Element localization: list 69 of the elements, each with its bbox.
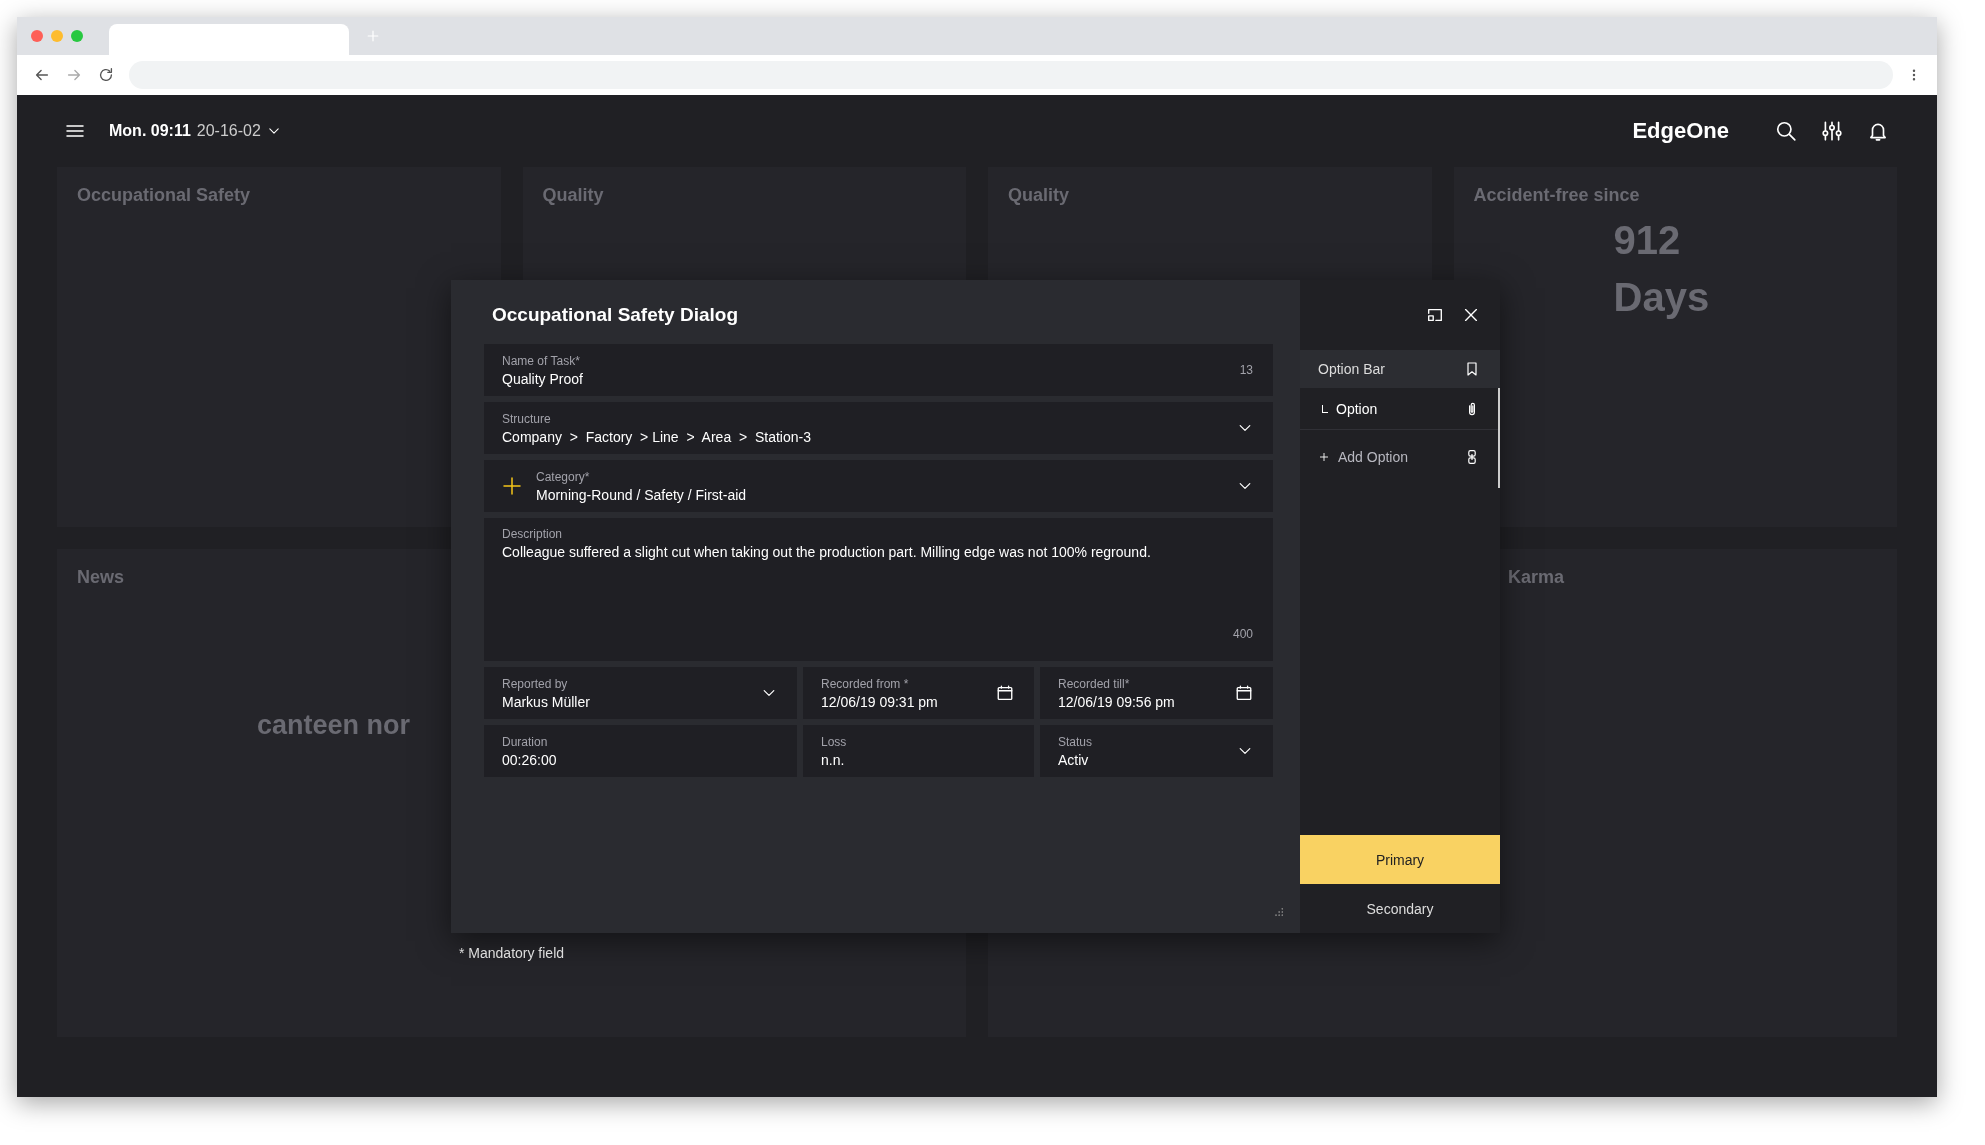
new-tab-plus-icon xyxy=(365,28,381,44)
search-button[interactable] xyxy=(1775,120,1797,142)
text-field[interactable]: Loss n.n. xyxy=(803,725,1034,777)
field-label: Name of Task* xyxy=(502,353,581,368)
resize-grip-icon xyxy=(1274,907,1284,917)
card-title: Occupational Safety xyxy=(77,185,251,206)
field-label: Recorded from * xyxy=(821,676,910,691)
field-label: Structure xyxy=(502,411,552,426)
field-label: Recorded till* xyxy=(1058,676,1131,691)
field-label: Duration xyxy=(502,734,549,749)
reload-button[interactable] xyxy=(97,66,115,84)
sliders-icon xyxy=(1821,120,1843,142)
card-title: Quality xyxy=(542,185,604,206)
field-label: Status xyxy=(1058,734,1094,749)
field-value: 12/06/19 09:31 pm xyxy=(821,693,939,710)
field-value: Company > Factory > Line > Area > Station-3 xyxy=(502,428,812,445)
dropdown-field[interactable]: Reported by Markus Müller xyxy=(484,667,797,719)
card-title: News xyxy=(77,567,125,588)
maximize-dot[interactable] xyxy=(71,30,83,42)
mandatory-note: * Mandatory field xyxy=(459,945,565,961)
character-counter: 400 xyxy=(1232,627,1253,641)
text-field[interactable]: Duration 00:26:00 xyxy=(484,725,797,777)
field-value: 00:26:00 xyxy=(502,751,558,768)
date-field[interactable]: Recorded from * 12/06/19 09:31 pm xyxy=(803,667,1034,719)
field-value: Quality Proof xyxy=(502,370,584,387)
calendar-icon xyxy=(1235,684,1253,702)
settings-button[interactable] xyxy=(1821,120,1843,142)
field-value: Morning-Round / Safety / First-aid xyxy=(536,486,748,503)
brand-logo: EdgeOne xyxy=(1632,118,1729,144)
field-value: 12/06/19 09:56 pm xyxy=(1058,693,1176,710)
field-label: Description xyxy=(502,527,564,541)
text-field[interactable]: Name of Task* Quality Proof 13 xyxy=(484,344,1273,396)
field-value: Colleague suffered a slight cut when taking out the production part. Milling edge was not 100% reground. xyxy=(502,544,1152,560)
primary-button[interactable]: Primary xyxy=(1300,835,1500,884)
field-label: Reported by xyxy=(502,676,569,691)
field-value: n.n. xyxy=(821,751,846,768)
big-number: 912 xyxy=(1613,218,1681,263)
dropdown-field[interactable]: Structure Company > Factory > Line > Area > Station-3 xyxy=(484,402,1273,454)
date-selector[interactable]: Mon. 09:11 20-16-02 xyxy=(109,122,281,140)
field-value: Activ xyxy=(1058,751,1090,768)
plus-icon xyxy=(1318,451,1330,463)
search-icon xyxy=(1775,120,1797,142)
window-icon xyxy=(1426,306,1444,324)
card-title: Karma xyxy=(1508,567,1565,588)
field-value: Markus Müller xyxy=(502,693,591,710)
description-field[interactable]: Description Colleague suffered a slight cut when taking out the production part. Milling edge was not 100% reground. 400 xyxy=(484,518,1273,661)
dropdown-field[interactable]: Category* Morning-Round / Safety / First-aid xyxy=(484,460,1273,512)
bookmark-icon xyxy=(1464,361,1480,377)
window-mode-button[interactable] xyxy=(1426,306,1444,324)
close-dot[interactable] xyxy=(31,30,43,42)
option-bar-title: Option Bar xyxy=(1318,361,1385,377)
field-label: Loss xyxy=(821,734,848,749)
reload-icon xyxy=(97,66,115,84)
close-icon xyxy=(1462,306,1480,324)
news-headline: canteen nor xyxy=(257,710,411,741)
date-field[interactable]: Recorded till* 12/06/19 09:56 pm xyxy=(1040,667,1273,719)
dropdown-field[interactable]: Status Activ xyxy=(1040,725,1273,777)
sub-item-icon xyxy=(1322,404,1328,413)
character-counter: 13 xyxy=(1239,363,1253,377)
card-title: Accident-free since xyxy=(1473,185,1640,206)
plus-icon xyxy=(502,476,522,496)
dialog-title: Occupational Safety Dialog xyxy=(492,304,739,326)
big-unit: Days xyxy=(1613,275,1710,320)
option-item[interactable]: Add Option xyxy=(1300,430,1500,484)
card-title: Quality xyxy=(1008,185,1069,206)
minimize-dot[interactable] xyxy=(51,30,63,42)
field-label: Category* xyxy=(536,469,591,484)
calendar-icon xyxy=(996,684,1014,702)
close-button[interactable] xyxy=(1462,306,1480,324)
